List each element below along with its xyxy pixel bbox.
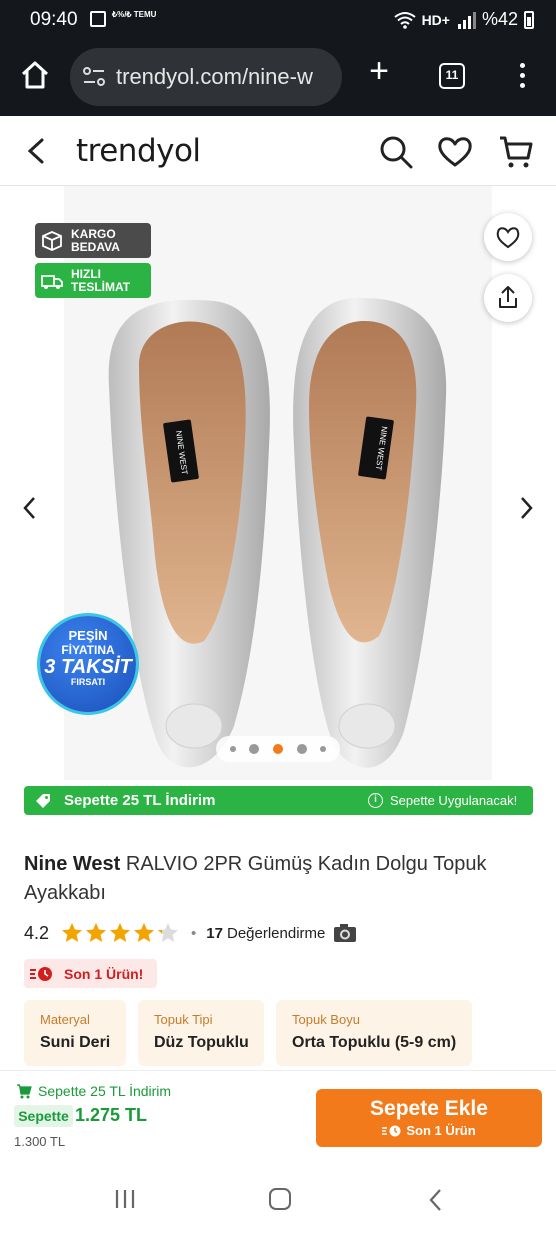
site-settings-icon[interactable] bbox=[82, 66, 106, 88]
battery-percent: %42 bbox=[481, 9, 518, 29]
heart-icon bbox=[496, 227, 520, 249]
battery-icon bbox=[524, 10, 534, 29]
original-price: 1.300 TL bbox=[14, 1134, 66, 1149]
info-icon[interactable]: i bbox=[368, 793, 383, 808]
gallery-icon bbox=[90, 11, 106, 27]
review-label[interactable]: Değerlendirme bbox=[227, 925, 325, 942]
cart-discount-icon bbox=[17, 1084, 32, 1099]
star-icon bbox=[86, 923, 107, 942]
truck-icon bbox=[41, 274, 63, 289]
basket-price: 1.275 TL bbox=[75, 1105, 148, 1125]
star-icon bbox=[158, 923, 179, 942]
last-item-badge: Son 1 Ürün! bbox=[24, 959, 157, 988]
pagination-dot[interactable] bbox=[229, 746, 236, 752]
basket-price-label: Sepette bbox=[14, 1105, 73, 1127]
basket-discount-banner[interactable]: Sepette 25 TL İndirim i Sepette Uygulana… bbox=[24, 786, 533, 815]
review-count[interactable]: 17 bbox=[206, 925, 223, 942]
pagination-dot-active[interactable] bbox=[272, 744, 283, 754]
site-header: trendyol bbox=[0, 116, 556, 186]
star-icon bbox=[62, 923, 83, 942]
free-cargo-badge: KARGO BEDAVA bbox=[35, 223, 151, 258]
pagination-dot[interactable] bbox=[296, 744, 307, 754]
back-nav-icon[interactable] bbox=[428, 1188, 444, 1212]
status-time: 09:40 bbox=[30, 9, 78, 30]
promo-text: Sepette 25 TL İndirim bbox=[64, 792, 216, 809]
signal-icon bbox=[457, 11, 476, 29]
fast-delivery-badge: HIZLI TESLİMAT bbox=[35, 263, 151, 298]
tag-icon bbox=[36, 794, 50, 808]
back-icon[interactable] bbox=[22, 136, 50, 166]
box-icon bbox=[42, 230, 62, 251]
cart-icon[interactable] bbox=[498, 134, 534, 170]
share-button[interactable] bbox=[484, 274, 532, 322]
menu-icon[interactable] bbox=[512, 60, 532, 92]
trendyol-logo[interactable]: trendyol bbox=[76, 133, 201, 169]
attribute-card: Topuk Tipi Düz Topuklu bbox=[138, 1000, 264, 1066]
star-icon bbox=[110, 923, 131, 942]
favorites-icon[interactable] bbox=[437, 134, 473, 170]
image-pagination[interactable] bbox=[216, 736, 340, 762]
rating-stars bbox=[61, 922, 179, 944]
browser-toolbar: trendyol.com/nine-w + 11 bbox=[0, 40, 556, 116]
system-nav-bar bbox=[0, 1162, 556, 1235]
rating-row[interactable]: 4.2 • 17 Değerlendirme bbox=[24, 921, 357, 945]
attribute-card: Topuk Boyu Orta Topuklu (5-9 cm) bbox=[276, 1000, 472, 1066]
url-text[interactable]: trendyol.com/nine-w bbox=[116, 64, 313, 90]
prev-image-icon[interactable] bbox=[20, 494, 40, 522]
attribute-card: Materyal Suni Deri bbox=[24, 1000, 126, 1066]
recent-apps-icon[interactable] bbox=[114, 1188, 136, 1210]
search-icon[interactable] bbox=[378, 134, 414, 170]
share-icon bbox=[499, 286, 517, 308]
favorite-button[interactable] bbox=[484, 213, 532, 261]
new-tab-icon[interactable]: + bbox=[364, 54, 394, 88]
product-gallery[interactable]: NINE WEST NINE WEST KARGO BEDAVA HIZLI T… bbox=[0, 186, 556, 826]
installment-badge: PEŞİN FİYATINA 3 TAKSİT FIRSATI bbox=[40, 616, 136, 712]
rating-value: 4.2 bbox=[24, 922, 50, 943]
home-nav-icon[interactable] bbox=[269, 1188, 291, 1210]
address-bar[interactable]: trendyol.com/nine-w bbox=[70, 48, 342, 106]
hd-icon: HD+ bbox=[421, 11, 450, 28]
status-bar: 09:40 ₺%/₺ TEMU HD+ %42 bbox=[0, 0, 556, 40]
product-title: Nine West RALVIO 2PR Gümüş Kadın Dolgu T… bbox=[24, 850, 524, 908]
pagination-dot[interactable] bbox=[249, 744, 260, 754]
add-to-cart-button[interactable]: Sepete Ekle Son 1 Ürün bbox=[316, 1089, 542, 1147]
promo-note: Sepette Uygulanacak! bbox=[390, 793, 518, 808]
basket-discount-text: Sepette 25 TL İndirim bbox=[38, 1083, 172, 1099]
wifi-icon bbox=[393, 11, 416, 29]
pagination-dot[interactable] bbox=[320, 746, 327, 752]
buy-bar: Sepette 25 TL İndirim Sepette 1.275 TL 1… bbox=[0, 1070, 556, 1162]
star-icon bbox=[134, 923, 155, 942]
product-brand[interactable]: Nine West bbox=[24, 853, 120, 875]
temu-notification: ₺%/₺ TEMU bbox=[112, 10, 157, 19]
urgent-clock-icon bbox=[30, 966, 52, 981]
urgent-clock-icon bbox=[382, 1125, 401, 1136]
home-icon[interactable] bbox=[20, 60, 50, 90]
next-image-icon[interactable] bbox=[516, 494, 536, 522]
tabs-icon[interactable]: 11 bbox=[439, 63, 465, 89]
camera-icon[interactable] bbox=[333, 923, 357, 943]
